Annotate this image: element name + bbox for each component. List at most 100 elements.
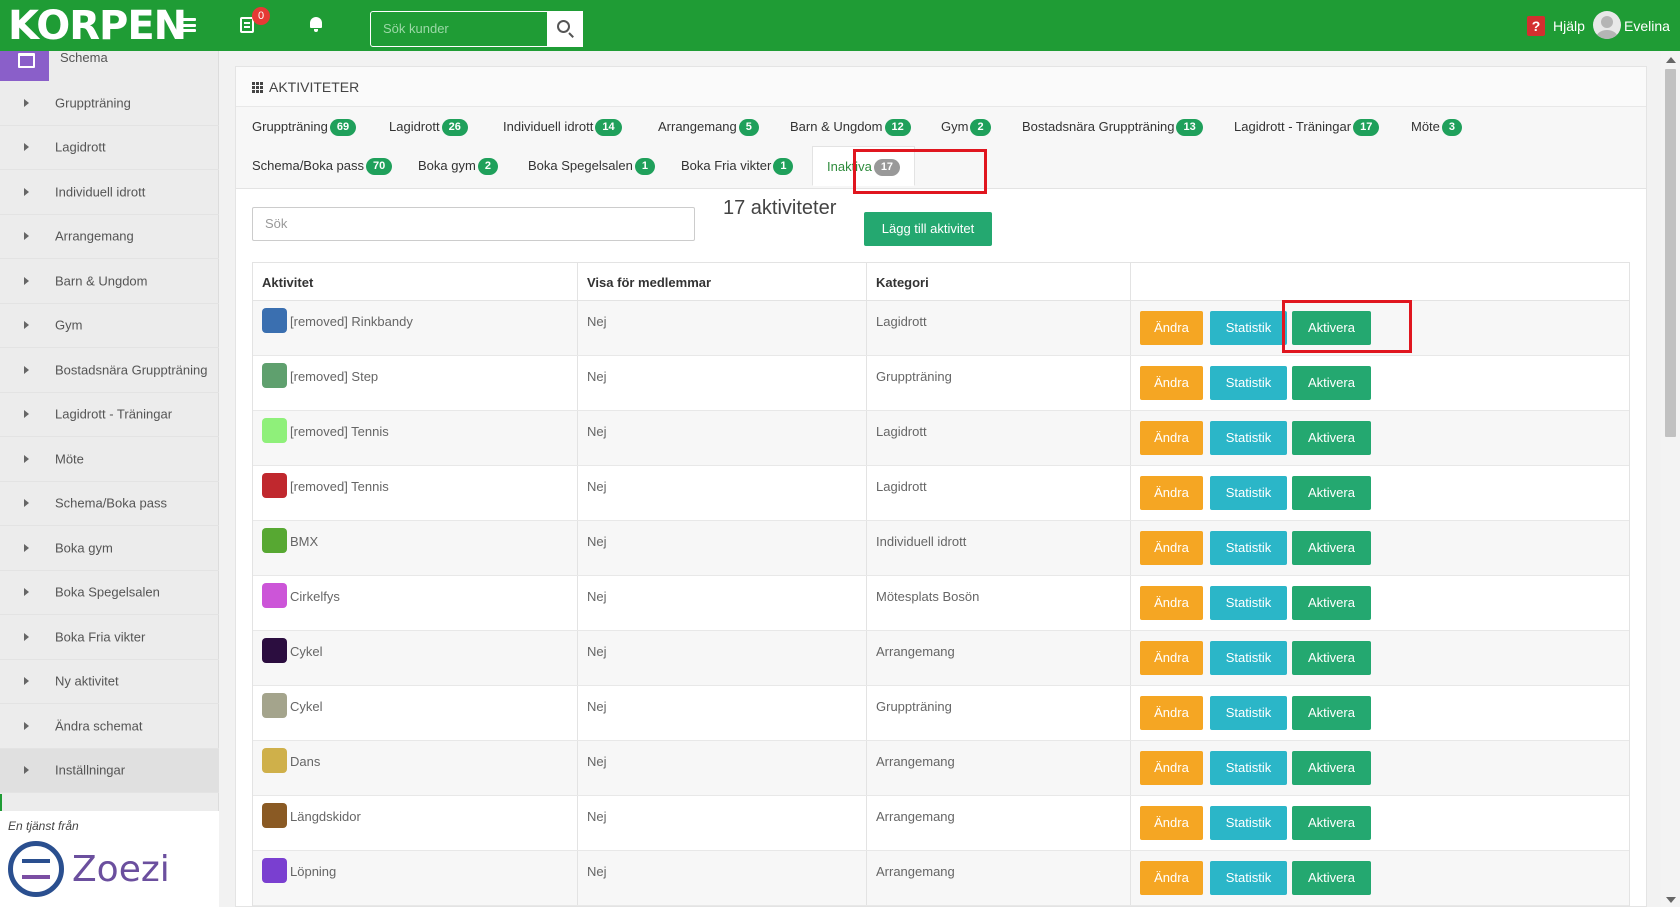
- bell-icon[interactable]: [309, 17, 323, 33]
- sidebar-item-label: Schema/Boka pass: [55, 495, 168, 511]
- edit-button[interactable]: Ändra: [1140, 366, 1203, 400]
- tab-schema-boka-pass[interactable]: Schema/Boka pass 70: [252, 146, 393, 185]
- tab-boka-spegelsalen[interactable]: Boka Spegelsalen 1: [528, 146, 655, 185]
- sidebar-item[interactable]: Ändra schemat: [0, 704, 219, 749]
- visible-cell: Nej: [578, 411, 867, 465]
- search-button[interactable]: [547, 11, 583, 47]
- sidebar-item[interactable]: Boka Spegelsalen: [0, 571, 219, 615]
- sidebar-item[interactable]: Ny aktivitet: [0, 660, 219, 704]
- statistics-button[interactable]: Statistik: [1210, 861, 1287, 895]
- edit-button[interactable]: Ändra: [1140, 806, 1203, 840]
- color-swatch: [262, 363, 287, 388]
- activity-search-input[interactable]: Sök: [252, 207, 695, 241]
- statistics-button[interactable]: Statistik: [1210, 751, 1287, 785]
- statistics-button[interactable]: Statistik: [1210, 421, 1287, 455]
- edit-button[interactable]: Ändra: [1140, 751, 1203, 785]
- sidebar-item[interactable]: Möte: [0, 437, 219, 482]
- activate-button[interactable]: Aktivera: [1292, 586, 1371, 620]
- color-swatch: [262, 473, 287, 498]
- activate-button[interactable]: Aktivera: [1292, 421, 1371, 455]
- scroll-up-arrow[interactable]: [1666, 57, 1676, 63]
- edit-button[interactable]: Ändra: [1140, 421, 1203, 455]
- edit-button[interactable]: Ändra: [1140, 311, 1203, 345]
- sidebar-item[interactable]: Boka gym: [0, 526, 219, 571]
- korpen-logo[interactable]: KORPEN: [8, 4, 187, 48]
- caret-right-icon: [24, 410, 29, 419]
- tab-lagidrott[interactable]: Lagidrott 26: [389, 107, 468, 146]
- tab-lagidrott-träningar[interactable]: Lagidrott - Träningar 17: [1234, 107, 1380, 146]
- edit-button[interactable]: Ändra: [1140, 586, 1203, 620]
- actions-cell: Ändra Statistik Aktivera: [1131, 741, 1629, 795]
- activate-button[interactable]: Aktivera: [1292, 641, 1371, 675]
- caret-right-icon: [24, 766, 29, 775]
- activate-button[interactable]: Aktivera: [1292, 861, 1371, 895]
- statistics-button[interactable]: Statistik: [1210, 586, 1287, 620]
- sidebar-item[interactable]: Boka Fria vikter: [0, 615, 219, 660]
- scroll-down-arrow[interactable]: [1666, 897, 1676, 903]
- statistics-button[interactable]: Statistik: [1210, 311, 1287, 345]
- sidebar-item[interactable]: Lagidrott - Träningar: [0, 393, 219, 437]
- scroll-thumb[interactable]: [1665, 69, 1676, 437]
- tab-boka-gym[interactable]: Boka gym 2: [418, 146, 498, 185]
- sidebar-item[interactable]: Individuell idrott: [0, 170, 219, 215]
- sidebar-item-label: Ny aktivitet: [55, 673, 119, 689]
- column-header-category[interactable]: Kategori: [867, 263, 1131, 300]
- activate-button[interactable]: Aktivera: [1292, 696, 1371, 730]
- edit-button[interactable]: Ändra: [1140, 531, 1203, 565]
- tab-gym[interactable]: Gym 2: [941, 107, 991, 146]
- statistics-button[interactable]: Statistik: [1210, 806, 1287, 840]
- sidebar-item[interactable]: Inställningar: [0, 748, 219, 793]
- tab-arrangemang[interactable]: Arrangemang 5: [658, 107, 759, 146]
- activate-button[interactable]: Aktivera: [1292, 366, 1371, 400]
- visible-cell: Nej: [578, 521, 867, 575]
- sidebar-item[interactable]: Arrangemang: [0, 215, 219, 259]
- activate-button[interactable]: Aktivera: [1292, 531, 1371, 565]
- tab-barn-ungdom[interactable]: Barn & Ungdom 12: [790, 107, 911, 146]
- activity-name: Löpning: [290, 864, 337, 879]
- sidebar-item-schema[interactable]: Schema: [0, 51, 219, 81]
- activity-cell: Dans: [253, 741, 578, 795]
- sidebar-item[interactable]: Gym: [0, 304, 219, 348]
- tab-möte[interactable]: Möte 3: [1411, 107, 1463, 146]
- table-row: Cirkelfys Nej Mötesplats Bosön Ändra Statist…: [253, 576, 1629, 631]
- help-link[interactable]: Hjälp: [1553, 16, 1585, 36]
- scrollbar[interactable]: [1661, 51, 1680, 907]
- column-header-visible[interactable]: Visa för medlemmar: [578, 263, 867, 300]
- sidebar-item[interactable]: Schema/Boka pass: [0, 482, 219, 526]
- tab-count-badge: 1: [773, 158, 794, 176]
- activity-cell: [removed] Rinkbandy: [253, 301, 578, 355]
- statistics-button[interactable]: Statistik: [1210, 531, 1287, 565]
- sidebar-item-label: Boka Spegelsalen: [55, 584, 160, 600]
- user-name[interactable]: Evelina: [1624, 16, 1670, 36]
- tab-boka-fria-vikter[interactable]: Boka Fria vikter 1: [681, 146, 794, 185]
- activate-button[interactable]: Aktivera: [1292, 476, 1371, 510]
- statistics-button[interactable]: Statistik: [1210, 696, 1287, 730]
- avatar[interactable]: [1593, 11, 1621, 39]
- activate-button[interactable]: Aktivera: [1292, 751, 1371, 785]
- column-header-activity[interactable]: Aktivitet: [253, 263, 578, 300]
- statistics-button[interactable]: Statistik: [1210, 366, 1287, 400]
- sidebar-item[interactable]: Barn & Ungdom: [0, 259, 219, 304]
- table-row: Löpning Nej Arrangemang Ändra Statistik Aktiv…: [253, 851, 1629, 906]
- caret-right-icon: [24, 143, 29, 152]
- statistics-button[interactable]: Statistik: [1210, 476, 1287, 510]
- tab-gruppträning[interactable]: Gruppträning 69: [252, 107, 357, 146]
- caret-right-icon: [24, 365, 29, 374]
- edit-button[interactable]: Ändra: [1140, 696, 1203, 730]
- activity-name: Längdskidor: [290, 809, 361, 824]
- sidebar-item[interactable]: Bostadsnära Gruppträning: [0, 348, 219, 393]
- activity-name: [removed] Rinkbandy: [290, 314, 413, 329]
- edit-button[interactable]: Ändra: [1140, 641, 1203, 675]
- tab-individuell-idrott[interactable]: Individuell idrott 14: [503, 107, 622, 146]
- sidebar-item[interactable]: Lagidrott: [0, 126, 219, 170]
- edit-button[interactable]: Ändra: [1140, 476, 1203, 510]
- edit-button[interactable]: Ändra: [1140, 861, 1203, 895]
- add-activity-button[interactable]: Lägg till aktivitet: [864, 212, 992, 246]
- tab-bostadsnära-gruppträning[interactable]: Bostadsnära Gruppträning 13: [1022, 107, 1203, 146]
- help-icon[interactable]: ?: [1527, 16, 1545, 36]
- menu-icon[interactable]: [180, 18, 196, 32]
- statistics-button[interactable]: Statistik: [1210, 641, 1287, 675]
- table-row: Längdskidor Nej Arrangemang Ändra Statistik A…: [253, 796, 1629, 851]
- activate-button[interactable]: Aktivera: [1292, 806, 1371, 840]
- sidebar-item[interactable]: Gruppträning: [0, 81, 219, 126]
